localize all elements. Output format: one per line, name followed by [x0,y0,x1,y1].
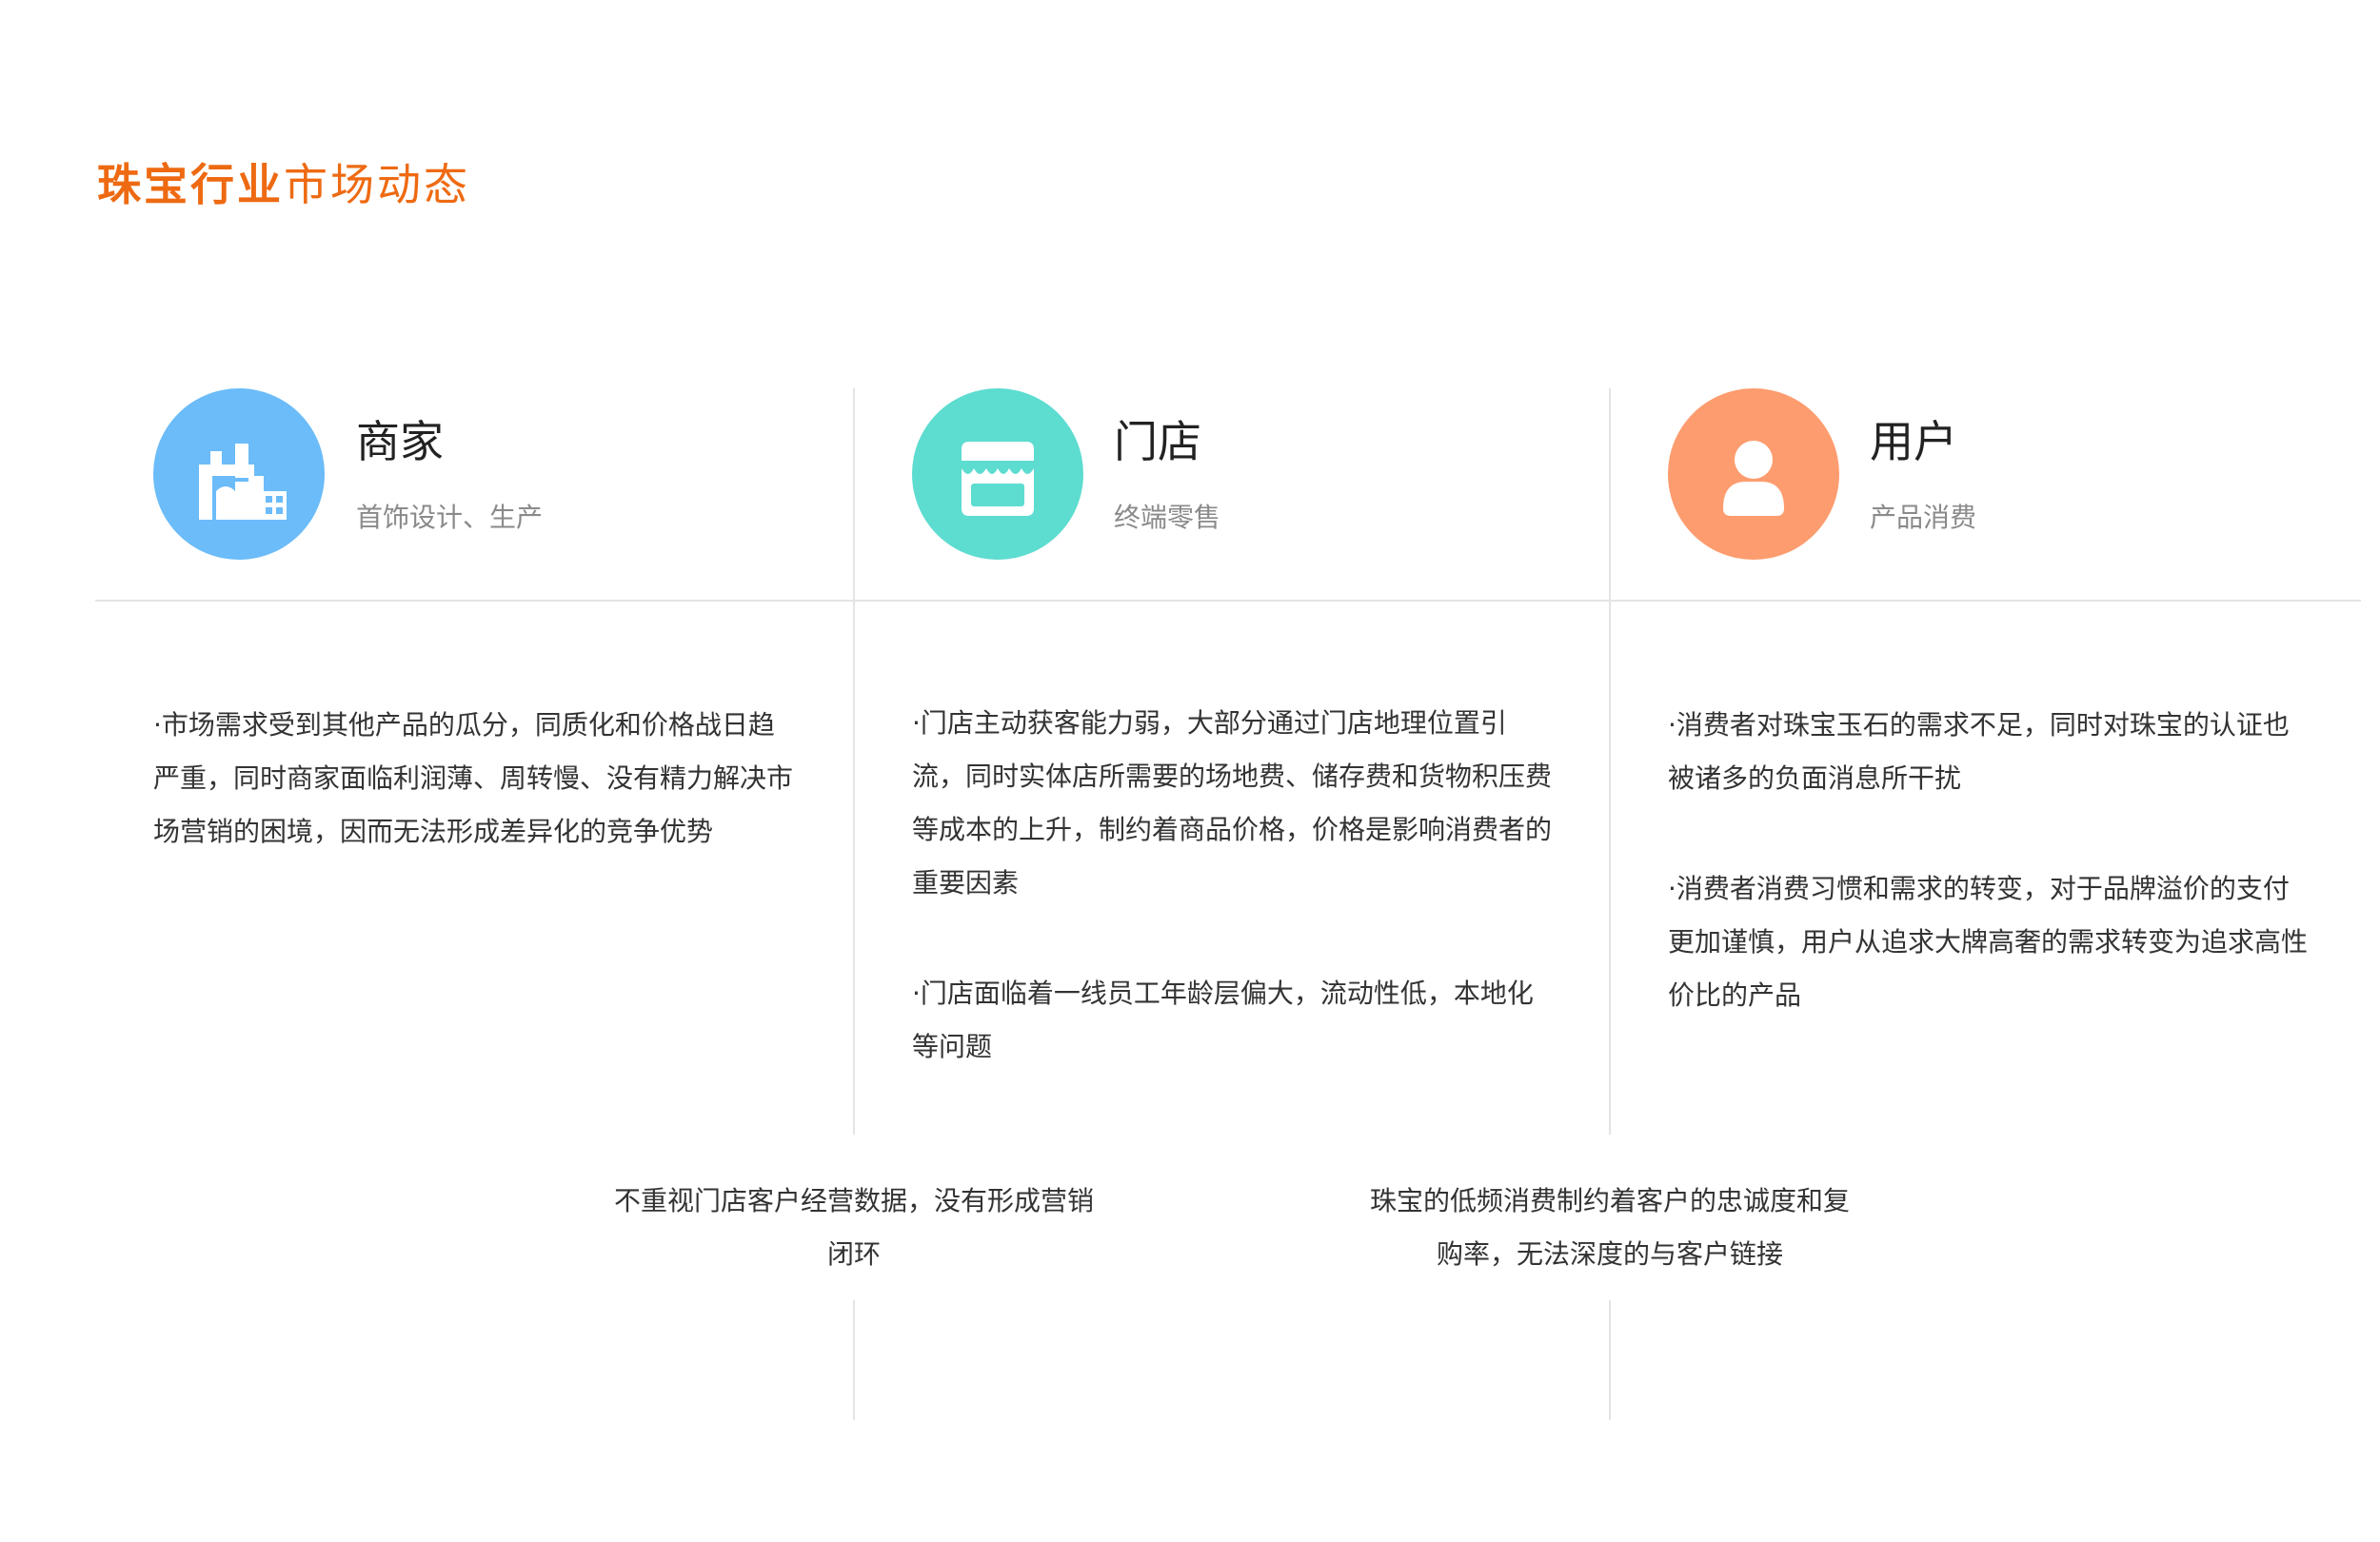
user-subtitle: 产品消费 [1870,502,1977,533]
user-paragraph-1: ·消费者对珠宝玉石的需求不足，同时对珠宝的认证也被诸多的负面消息所干扰 [1668,709,2290,794]
user-icon [1723,441,1784,516]
vertical-divider-2-bottom [1609,1300,1611,1420]
merchant-paragraph: ·市场需求受到其他产品的瓜分，同质化和价格战日趋严重，同时商家面临利润薄、周转慢… [153,709,794,847]
store-icon-circle [912,388,1083,560]
user-paragraph-2: ·消费者消费习惯和需求的转变，对于品牌溢价的支付更加谨慎，用户从追求大牌高奢的需… [1668,873,2309,1011]
user-title: 用户 [1870,416,1957,467]
factory-icon [199,444,287,520]
page-title-rest: 市场动态 [284,159,470,210]
vertical-divider-1 [853,388,855,1135]
user-description: ·消费者对珠宝玉石的需求不足，同时对珠宝的认证也被诸多的负面消息所干扰 ·消费者… [1668,699,2315,1079]
store-icon [962,442,1034,516]
bottom-note-low-frequency: 珠宝的低频消费制约着客户的忠诚度和复购率，无法深度的与客户链接 [1369,1185,1850,1270]
page-title-highlight: 珠宝行业 [97,159,284,210]
store-paragraph-1: ·门店主动获客能力弱，大部分通过门店地理位置引流，同时实体店所需要的场地费、储存… [912,707,1553,899]
merchant-title: 商家 [356,416,444,467]
store-paragraph-2: ·门店面临着一线员工年龄层偏大，流动性低，本地化等问题 [912,978,1534,1062]
store-subtitle: 终端零售 [1114,502,1221,533]
page-title: 珠宝行业市场动态 [97,156,470,213]
vertical-divider-2 [1609,388,1611,1135]
store-description: ·门店主动获客能力弱，大部分通过门店地理位置引流，同时实体店所需要的场地费、储存… [912,697,1559,1131]
merchant-icon-circle [153,388,325,560]
vertical-divider-1-bottom [853,1300,855,1420]
merchant-subtitle: 首饰设计、生产 [356,502,544,533]
user-icon-circle [1668,388,1839,560]
merchant-description: ·市场需求受到其他产品的瓜分，同质化和价格战日趋严重，同时商家面临利润薄、周转慢… [153,699,801,916]
bottom-note-store-data: 不重视门店客户经营数据，没有形成营销闭环 [613,1185,1094,1270]
horizontal-divider [95,600,2361,602]
store-title: 门店 [1114,416,1201,467]
